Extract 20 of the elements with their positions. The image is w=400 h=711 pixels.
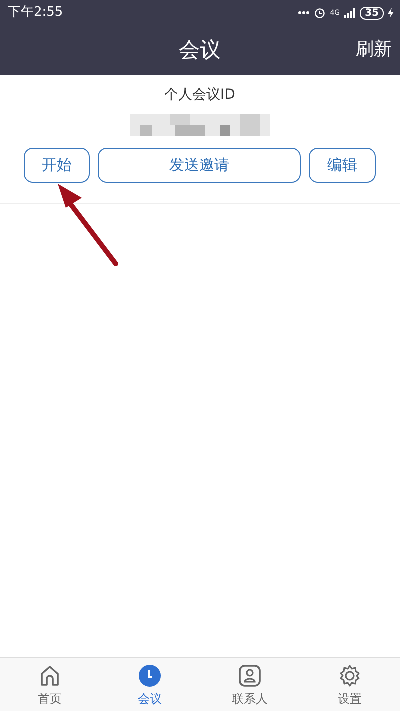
tab[interactable]: 设置 [310, 658, 390, 711]
signal-icon [344, 8, 356, 18]
refresh-button[interactable]: 刷新 [356, 36, 392, 63]
more-icon [298, 11, 310, 15]
tab[interactable]: 首页 [10, 658, 90, 711]
edit-button[interactable]: 编辑 [309, 148, 376, 183]
tab[interactable]: 联系人 [210, 658, 290, 711]
home-icon [38, 664, 62, 688]
send-invite-button[interactable]: 发送邀请 [98, 148, 301, 183]
status-time: 下午2:55 [8, 4, 64, 22]
tab[interactable]: 会议 [110, 658, 190, 711]
alarm-icon [314, 7, 326, 19]
start-button[interactable]: 开始 [24, 148, 90, 183]
meeting-id-label: 个人会议ID [164, 86, 236, 105]
battery-level: 35 [360, 6, 384, 20]
clock-icon [138, 664, 162, 688]
contact-icon [238, 664, 262, 688]
settings-icon [338, 664, 362, 688]
screen-title: 会议 [179, 36, 221, 64]
charging-icon [388, 8, 394, 18]
